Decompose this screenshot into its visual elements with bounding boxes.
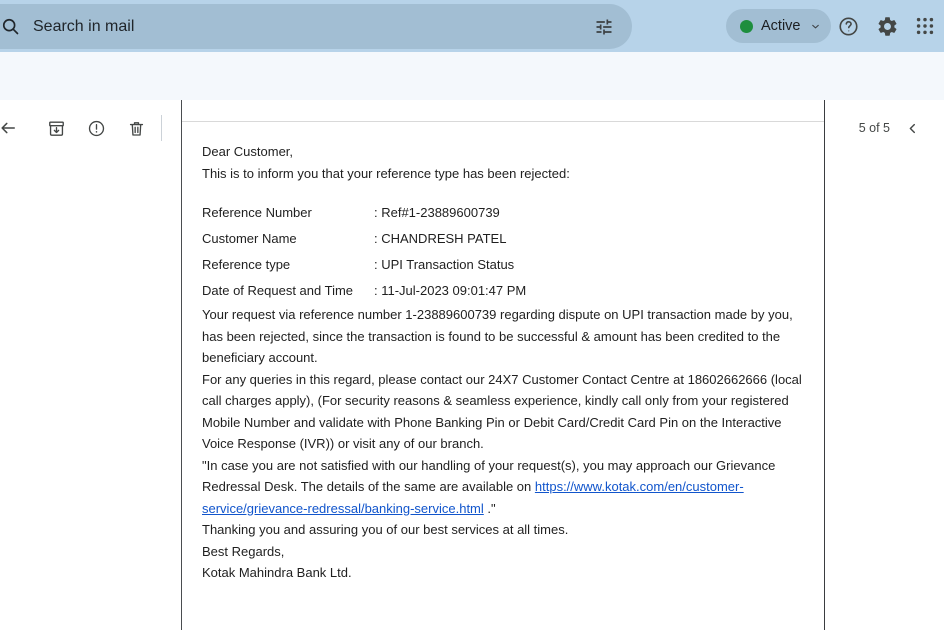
arrow-back-icon: [0, 118, 18, 138]
detail-label: Reference Number: [202, 202, 374, 224]
search-options-icon[interactable]: [594, 17, 614, 37]
email-body: Dear Customer, This is to inform you tha…: [182, 122, 824, 584]
help-icon: [837, 15, 860, 38]
reference-details-table: Reference Number : Ref#1-23889600739 Cus…: [202, 200, 808, 304]
detail-row: Date of Request and Time : 11-Jul-2023 0…: [202, 278, 808, 304]
detail-value: : CHANDRESH PATEL: [374, 228, 506, 250]
email-header-spacer: [182, 100, 824, 122]
rejection-paragraph: Your request via reference number 1-2388…: [202, 304, 808, 369]
search-bar[interactable]: [0, 4, 632, 49]
detail-label: Customer Name: [202, 228, 374, 250]
search-input[interactable]: [33, 18, 632, 36]
active-status-dot-icon: [740, 20, 753, 33]
pagination-count: 5 of 5: [844, 121, 890, 135]
detail-label: Reference type: [202, 254, 374, 276]
archive-button[interactable]: [46, 118, 66, 138]
delete-button[interactable]: [126, 118, 146, 138]
back-button[interactable]: [0, 118, 18, 138]
apps-grid-icon: [914, 15, 936, 37]
closing-regards: Best Regards,: [202, 541, 808, 563]
closing-thanks: Thanking you and assuring you of our bes…: [202, 519, 808, 541]
archive-icon: [47, 119, 66, 138]
report-spam-icon: [87, 119, 106, 138]
newer-email-button[interactable]: [903, 119, 921, 137]
gear-icon: [876, 15, 899, 38]
settings-button[interactable]: [875, 14, 899, 38]
detail-value: : Ref#1-23889600739: [374, 202, 500, 224]
intro-line: This is to inform you that your referenc…: [202, 163, 808, 185]
email-toolbar: 5 of 5: [0, 52, 944, 100]
app-header: Active: [0, 0, 944, 52]
status-label: Active: [761, 18, 801, 34]
grievance-text-after: .": [484, 501, 496, 516]
report-spam-button[interactable]: [86, 118, 106, 138]
detail-value: : 11-Jul-2023 09:01:47 PM: [374, 280, 526, 302]
detail-value: : UPI Transaction Status: [374, 254, 514, 276]
gmail-screen: Active: [0, 0, 944, 630]
toolbar-divider: [161, 115, 162, 141]
trash-icon: [127, 119, 146, 138]
detail-row: Reference Number : Ref#1-23889600739: [202, 200, 808, 226]
salutation: Dear Customer,: [202, 141, 808, 163]
apps-grid-button[interactable]: [913, 14, 937, 38]
queries-paragraph: For any queries in this regard, please c…: [202, 369, 808, 455]
detail-label: Date of Request and Time: [202, 280, 374, 302]
detail-row: Customer Name : CHANDRESH PATEL: [202, 226, 808, 252]
chevron-left-icon: [904, 120, 921, 137]
closing-signature: Kotak Mahindra Bank Ltd.: [202, 562, 808, 584]
detail-row: Reference type : UPI Transaction Status: [202, 252, 808, 278]
help-button[interactable]: [836, 14, 860, 38]
search-icon: [0, 16, 21, 37]
status-chip[interactable]: Active: [726, 9, 831, 43]
chevron-down-icon: [810, 21, 821, 32]
email-content-card: Dear Customer, This is to inform you tha…: [181, 100, 825, 630]
grievance-paragraph: "In case you are not satisfied with our …: [202, 455, 808, 520]
